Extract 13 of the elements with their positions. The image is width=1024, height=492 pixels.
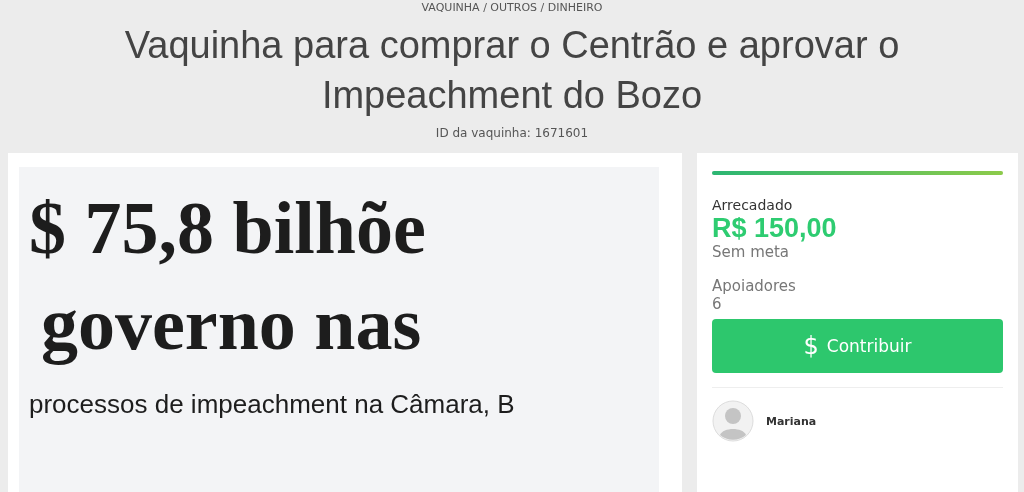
avatar-icon bbox=[712, 400, 754, 442]
supporters-count: 6 bbox=[712, 295, 723, 313]
raised-label: Arrecadado bbox=[712, 197, 794, 213]
campaign-id: ID da vaquinha: 1671601 bbox=[435, 126, 589, 140]
headline-text: $ 75,8 bilhõe bbox=[29, 191, 426, 265]
supporters-label: Apoiadores bbox=[712, 277, 797, 295]
contribute-button[interactable]: $ Contribuir bbox=[712, 319, 1003, 373]
raised-amount: R$ 150,00 bbox=[712, 213, 838, 243]
page-title: Vaquinha para comprar o Centrão e aprovar o Impeachment do Bozo bbox=[123, 23, 901, 118]
goal-text: Sem meta bbox=[712, 243, 791, 261]
supporter-name: Mariana bbox=[766, 414, 817, 428]
subheadline-text: processos de impeachment na Câmara, B bbox=[29, 389, 515, 420]
breadcrumb: VAQUINHA / OUTROS / DINHEIRO bbox=[421, 1, 603, 14]
